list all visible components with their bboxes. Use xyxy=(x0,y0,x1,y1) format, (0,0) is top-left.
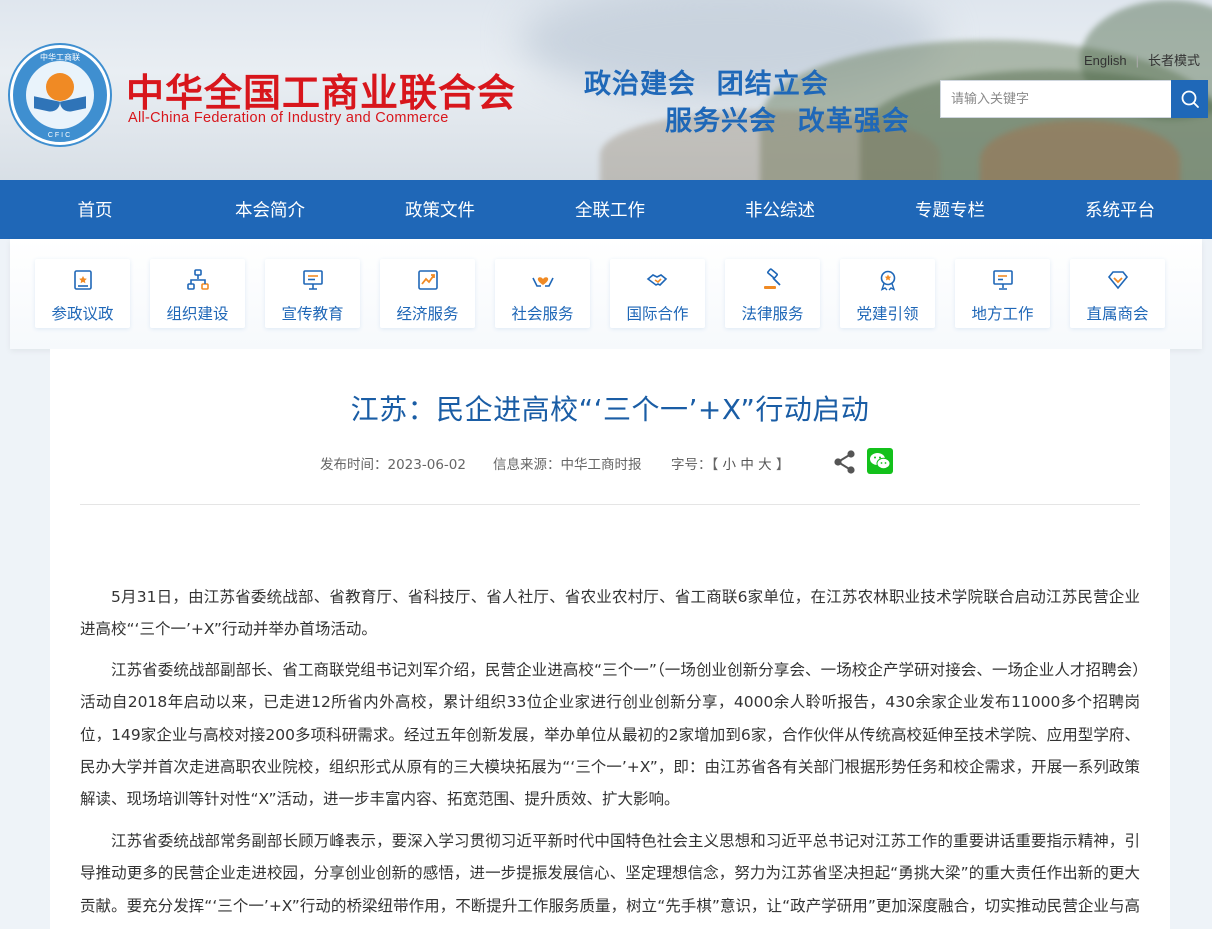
wechat-share-button[interactable] xyxy=(867,448,893,474)
quick-link-organization[interactable]: 组织建设 xyxy=(150,259,245,328)
slogan-line-2: 服务兴会 改革强会 xyxy=(665,106,910,137)
quick-link-social[interactable]: 社会服务 xyxy=(495,259,590,328)
diamond-icon xyxy=(1107,271,1129,290)
search-input[interactable] xyxy=(940,80,1172,118)
quick-link-label: 组织建设 xyxy=(166,305,229,323)
quick-link-chamber[interactable]: 直属商会 xyxy=(1070,259,1165,328)
quick-link-publicity[interactable]: 宣传教育 xyxy=(265,259,360,328)
source-value: 中华工商时报 xyxy=(560,457,642,473)
handshake-icon xyxy=(646,274,668,286)
meta-divider xyxy=(80,504,1140,505)
publish-date-label: 发布时间： xyxy=(320,457,388,473)
nav-item-topics[interactable]: 专题专栏 xyxy=(865,197,1035,222)
source-label: 信息来源： xyxy=(493,457,561,473)
font-size-medium[interactable]: 中 xyxy=(740,457,754,473)
font-bracket-close: 】 xyxy=(775,457,790,473)
search-button[interactable] xyxy=(1171,80,1208,118)
share-icon[interactable] xyxy=(832,449,858,475)
font-size-small[interactable]: 小 xyxy=(723,457,737,473)
org-name-cn: 中华全国工商业联合会 xyxy=(126,71,517,115)
quick-link-economic[interactable]: 经济服务 xyxy=(380,259,475,328)
article-container: 江苏：民企进高校“‘三个一’+X”行动启动 发布时间：2023-06-02 信息… xyxy=(50,349,1170,929)
font-bracket-open: 【 xyxy=(711,457,719,473)
article-source: 信息来源：中华工商时报 xyxy=(493,453,642,473)
quick-link-political[interactable]: 参政议政 xyxy=(35,259,130,328)
presentation-board-icon xyxy=(303,270,323,290)
nav-item-policy[interactable]: 政策文件 xyxy=(355,197,525,222)
logo-sun xyxy=(46,73,74,101)
quick-link-party[interactable]: 党建引领 xyxy=(840,259,935,328)
logo-emblem xyxy=(26,61,94,129)
gavel-icon xyxy=(764,268,781,289)
quick-link-label: 地方工作 xyxy=(971,305,1034,323)
site-logo[interactable]: 中华工商联 CFIC xyxy=(10,45,110,145)
quick-link-label: 宣传教育 xyxy=(281,305,344,323)
quick-link-label: 经济服务 xyxy=(396,305,459,323)
chart-trend-icon xyxy=(418,270,438,290)
top-links: English | 长者模式 xyxy=(1084,50,1200,69)
article-paragraph: 5月31日，由江苏省委统战部、省教育厅、省科技厅、省人社厅、省农业农村厅、省工商… xyxy=(80,588,1140,639)
monitor-icon xyxy=(993,270,1013,290)
font-size-large[interactable]: 大 xyxy=(758,457,772,473)
quick-link-label: 参政议政 xyxy=(51,305,114,323)
article-title: 江苏：民企进高校“‘三个一’+X”行动启动 xyxy=(350,393,870,426)
publish-date-value: 2023-06-02 xyxy=(387,457,466,473)
quick-links-bar: 参政议政 组织建设 宣传教育 经济服务 社会服务 国际合作 法律服务 党建引领 … xyxy=(10,239,1202,349)
quick-link-label: 国际合作 xyxy=(626,305,689,323)
nav-item-about[interactable]: 本会简介 xyxy=(185,197,355,222)
wechat-icon xyxy=(870,453,891,470)
quick-link-label: 法律服务 xyxy=(741,305,804,323)
quick-link-international[interactable]: 国际合作 xyxy=(610,259,705,328)
nav-item-work[interactable]: 全联工作 xyxy=(525,197,695,222)
site-header: 中华工商联 CFIC 中华全国工商业联合会 All-China Federati… xyxy=(0,0,1212,180)
search-icon xyxy=(1181,90,1199,108)
article-paragraph: 江苏省委统战部副部长、省工商联党组书记刘军介绍，民营企业进高校“三个一”（一场创… xyxy=(80,661,1140,809)
english-link[interactable]: English xyxy=(1084,53,1127,68)
document-star-icon xyxy=(74,270,92,290)
font-size-label: 字号： xyxy=(671,457,712,473)
hands-heart-icon xyxy=(532,277,554,287)
slogan-line-1: 政治建会 团结立会 xyxy=(584,69,829,100)
article-paragraph: 江苏省委统战部常务副部长顾万峰表示，要深入学习贯彻习近平新时代中国特色社会主义思… xyxy=(80,832,1140,929)
link-separator: | xyxy=(1135,53,1139,68)
org-chart-icon xyxy=(187,269,209,290)
quick-link-local[interactable]: 地方工作 xyxy=(955,259,1050,328)
main-nav: 首页 本会简介 政策文件 全联工作 非公综述 专题专栏 系统平台 xyxy=(0,180,1212,239)
nav-item-platform[interactable]: 系统平台 xyxy=(1035,197,1205,222)
publish-date: 发布时间：2023-06-02 xyxy=(320,453,466,473)
nav-item-home[interactable]: 首页 xyxy=(5,197,185,222)
quick-link-label: 直属商会 xyxy=(1086,305,1149,323)
font-size-control: 字号：【 小 中 大 】 xyxy=(671,453,789,473)
award-badge-icon xyxy=(880,270,896,291)
elder-mode-link[interactable]: 长者模式 xyxy=(1148,53,1200,68)
quick-link-label: 党建引领 xyxy=(856,305,919,323)
org-name-en: All-China Federation of Industry and Com… xyxy=(128,110,449,126)
nav-item-overview[interactable]: 非公综述 xyxy=(695,197,865,222)
quick-link-legal[interactable]: 法律服务 xyxy=(725,259,820,328)
quick-link-label: 社会服务 xyxy=(511,305,574,323)
logo-ring-text-bottom: CFIC xyxy=(47,132,73,139)
